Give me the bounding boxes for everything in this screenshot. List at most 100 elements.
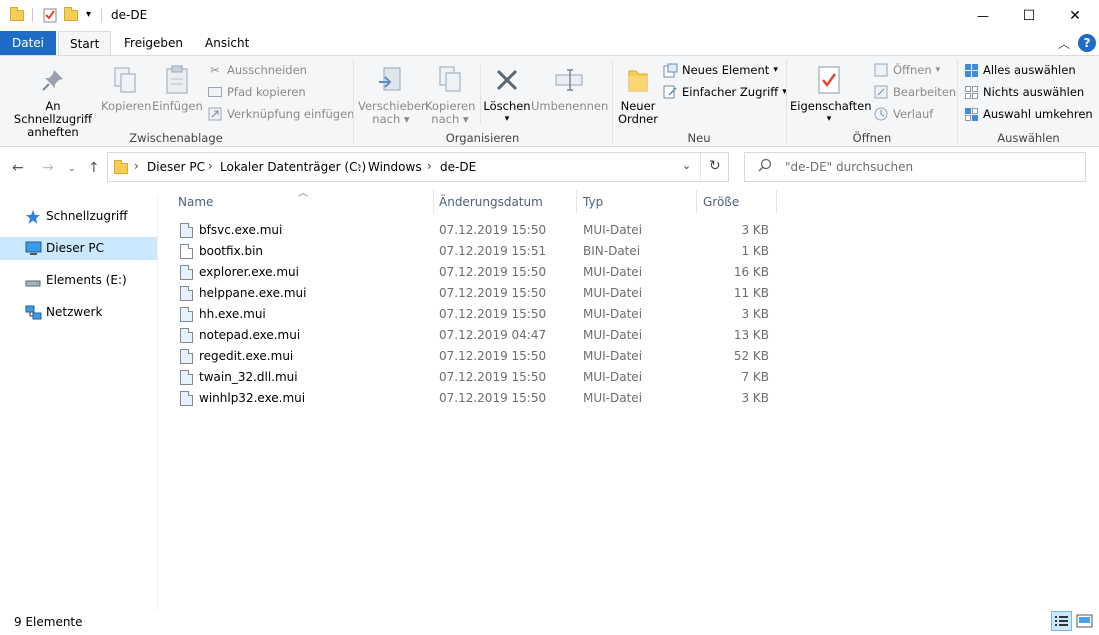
tab-file[interactable]: Datei bbox=[0, 31, 56, 55]
new-folder-quick-icon[interactable] bbox=[64, 7, 80, 23]
column-header-name[interactable]: Name bbox=[178, 195, 213, 209]
file-type: BIN-Datei bbox=[583, 244, 641, 258]
file-row[interactable]: bfsvc.exe.mui 07.12.2019 15:50 MUI-Datei… bbox=[176, 220, 776, 241]
edit-button[interactable]: Bearbeiten bbox=[873, 82, 956, 102]
quick-access-toolbar-dropdown-icon[interactable]: ▾ bbox=[86, 9, 91, 20]
breadcrumb-separator-icon[interactable]: › bbox=[427, 159, 432, 173]
paste-shortcut-button[interactable]: Verknüpfung einfügen bbox=[207, 104, 354, 124]
breadcrumb-this-pc[interactable]: Dieser PC bbox=[147, 160, 205, 174]
status-item-count: 9 Elemente bbox=[14, 615, 83, 629]
tab-view[interactable]: Ansicht bbox=[194, 31, 260, 55]
pin-to-quick-access-button[interactable]: An Schnellzugriff anheften bbox=[6, 64, 100, 139]
breadcrumb-windows[interactable]: Windows bbox=[368, 160, 422, 174]
file-row[interactable]: regedit.exe.mui 07.12.2019 15:50 MUI-Dat… bbox=[176, 346, 776, 367]
file-name: notepad.exe.mui bbox=[199, 328, 301, 342]
address-history-chevron-icon[interactable]: ⌄ bbox=[682, 159, 691, 172]
group-label-organize: Organisieren bbox=[445, 131, 520, 145]
file-date: 07.12.2019 15:50 bbox=[439, 307, 547, 321]
bin-file-icon bbox=[180, 244, 193, 259]
nav-item-elements-drive[interactable]: Elements (E:) bbox=[0, 269, 157, 292]
history-button[interactable]: Verlauf bbox=[873, 104, 933, 124]
group-label-open: Öffnen bbox=[852, 131, 892, 145]
properties-button[interactable]: Eigenschaften ▾ bbox=[790, 64, 872, 126]
select-all-button[interactable]: Alles auswählen bbox=[963, 60, 1076, 80]
tab-share[interactable]: Freigeben bbox=[113, 31, 194, 55]
search-icon bbox=[758, 158, 772, 176]
select-none-button[interactable]: Nichts auswählen bbox=[963, 82, 1084, 102]
file-row[interactable]: explorer.exe.mui 07.12.2019 15:50 MUI-Da… bbox=[176, 262, 776, 283]
large-icons-view-button[interactable] bbox=[1074, 611, 1095, 631]
recent-locations-chevron-icon[interactable]: ⌄ bbox=[68, 164, 76, 174]
nav-item-quick-access[interactable]: Schnellzugriff bbox=[0, 205, 157, 228]
file-row[interactable]: winhlp32.exe.mui 07.12.2019 15:50 MUI-Da… bbox=[176, 388, 776, 409]
easy-access-button[interactable]: Einfacher Zugriff ▾ bbox=[662, 82, 787, 102]
copy-to-button[interactable]: Kopieren nach ▾ bbox=[425, 64, 475, 126]
mui-file-icon bbox=[180, 286, 193, 301]
file-date: 07.12.2019 15:51 bbox=[439, 244, 547, 258]
breadcrumb-separator-icon[interactable]: › bbox=[208, 159, 213, 173]
close-button[interactable]: ✕ bbox=[1052, 0, 1098, 31]
invert-selection-button[interactable]: Auswahl umkehren bbox=[963, 104, 1093, 124]
breadcrumb-local-disk[interactable]: Lokaler Datenträger (C:) bbox=[220, 160, 366, 174]
properties-quick-icon[interactable] bbox=[42, 7, 58, 23]
paste-icon bbox=[161, 64, 193, 96]
help-icon[interactable]: ? bbox=[1078, 34, 1096, 52]
file-name: regedit.exe.mui bbox=[199, 349, 294, 363]
up-arrow-icon[interactable]: ↑ bbox=[88, 160, 100, 176]
breadcrumb-separator-icon[interactable]: › bbox=[134, 159, 139, 173]
details-view-button[interactable] bbox=[1051, 611, 1072, 631]
file-name: twain_32.dll.mui bbox=[199, 370, 298, 384]
pin-label: An Schnellzugriff bbox=[13, 99, 93, 126]
minimize-button[interactable]: — bbox=[960, 0, 1006, 31]
tab-home[interactable]: Start bbox=[58, 31, 112, 56]
file-size: 52 KB bbox=[733, 349, 769, 363]
file-row[interactable]: notepad.exe.mui 07.12.2019 04:47 MUI-Dat… bbox=[176, 325, 776, 346]
breadcrumb-separator-icon[interactable]: › bbox=[357, 159, 362, 173]
network-icon bbox=[25, 305, 42, 320]
move-to-button[interactable]: Verschieben nach ▾ bbox=[358, 64, 428, 126]
forward-arrow-icon[interactable]: → bbox=[42, 160, 54, 176]
rename-button[interactable]: Umbenennen bbox=[531, 64, 608, 113]
search-box[interactable]: "de-DE" durchsuchen bbox=[744, 152, 1086, 182]
column-divider[interactable] bbox=[433, 190, 434, 214]
delete-button[interactable]: Löschen ▾ bbox=[483, 64, 531, 126]
column-header-date[interactable]: Änderungsdatum bbox=[439, 195, 543, 209]
properties-label: Eigenschaften bbox=[790, 99, 872, 113]
breadcrumb-de-de[interactable]: de-DE bbox=[440, 160, 476, 174]
column-header-type[interactable]: Typ bbox=[583, 195, 603, 209]
refresh-icon[interactable]: ↻ bbox=[709, 158, 721, 174]
file-list: ︿ Name Änderungsdatum Typ Größe bfsvc.ex… bbox=[172, 188, 792, 418]
file-row[interactable]: twain_32.dll.mui 07.12.2019 15:50 MUI-Da… bbox=[176, 367, 776, 388]
file-row[interactable]: bootfix.bin 07.12.2019 15:51 BIN-Datei 1… bbox=[176, 241, 776, 262]
divider bbox=[32, 8, 33, 22]
column-divider[interactable] bbox=[776, 190, 777, 214]
mui-file-icon bbox=[180, 307, 193, 322]
new-folder-button[interactable]: Neuer Ordner bbox=[616, 64, 660, 126]
nav-item-network[interactable]: Netzwerk bbox=[0, 301, 157, 324]
copy-label: Kopieren bbox=[101, 99, 152, 113]
divider bbox=[480, 64, 481, 124]
nav-item-this-pc[interactable]: Dieser PC bbox=[0, 237, 157, 260]
star-icon bbox=[25, 209, 41, 224]
open-button[interactable]: Öffnen ▾ bbox=[873, 60, 940, 80]
paste-button[interactable]: Einfügen bbox=[152, 64, 203, 113]
file-row[interactable]: hh.exe.mui 07.12.2019 15:50 MUI-Datei 3 … bbox=[176, 304, 776, 325]
search-placeholder: "de-DE" durchsuchen bbox=[785, 160, 914, 174]
copy-path-button[interactable]: Pfad kopieren bbox=[207, 82, 306, 102]
column-divider[interactable] bbox=[576, 190, 577, 214]
maximize-button[interactable]: ☐ bbox=[1006, 0, 1052, 31]
select-all-icon bbox=[963, 62, 979, 78]
copy-path-icon bbox=[207, 84, 223, 100]
rename-icon bbox=[553, 64, 585, 96]
back-arrow-icon[interactable]: ← bbox=[12, 160, 24, 176]
copy-button[interactable]: Kopieren bbox=[101, 64, 152, 113]
address-bar[interactable]: › Dieser PC › Lokaler Datenträger (C:) ›… bbox=[107, 152, 729, 182]
new-item-button[interactable]: Neues Element ▾ bbox=[662, 60, 778, 80]
cut-button[interactable]: ✂ Ausschneiden bbox=[207, 60, 307, 80]
collapse-ribbon-icon[interactable]: ︿ bbox=[1058, 35, 1070, 52]
divider bbox=[700, 153, 701, 181]
column-header-size[interactable]: Größe bbox=[703, 195, 739, 209]
column-divider[interactable] bbox=[696, 190, 697, 214]
invert-selection-icon bbox=[963, 106, 979, 122]
file-row[interactable]: helppane.exe.mui 07.12.2019 15:50 MUI-Da… bbox=[176, 283, 776, 304]
